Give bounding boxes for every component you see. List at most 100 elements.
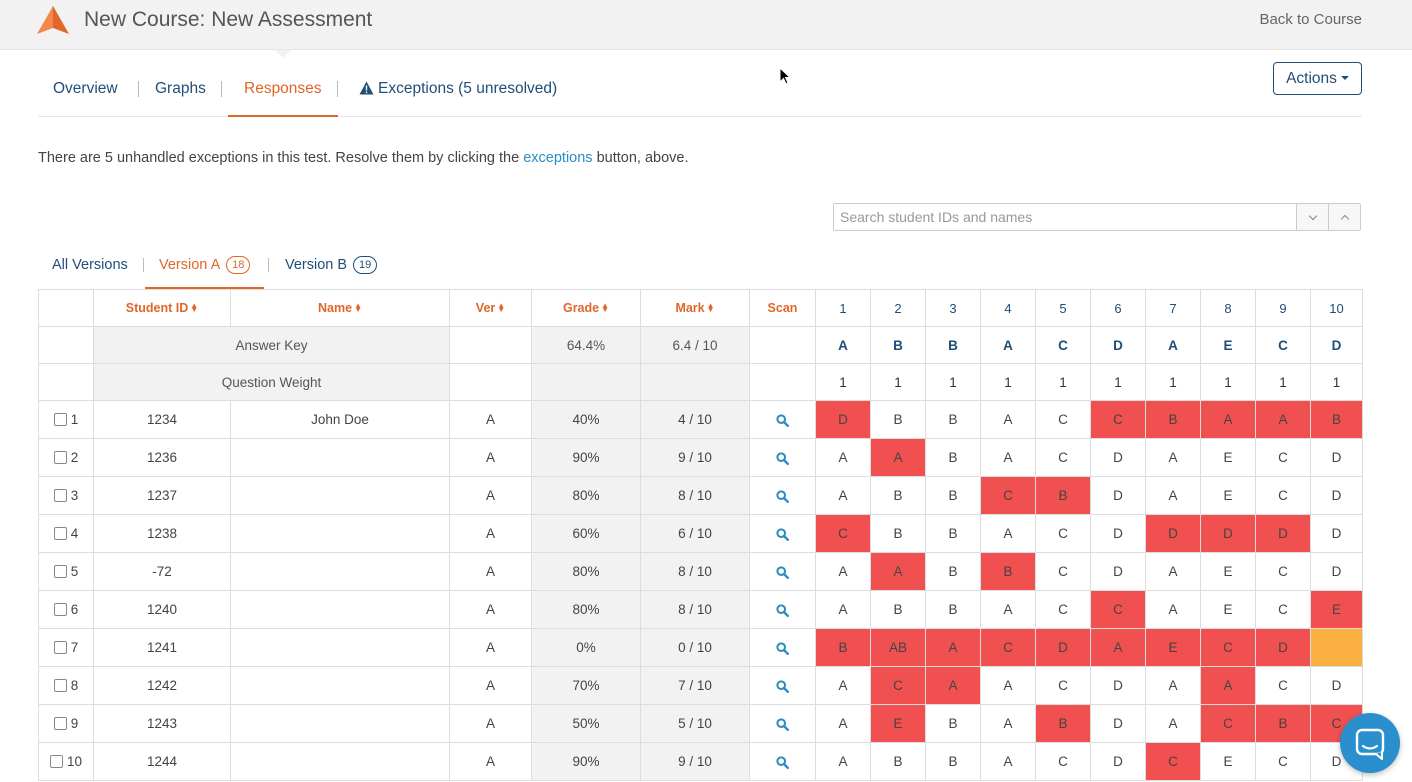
question-header[interactable]: 6 [1090,289,1146,327]
row-checkbox[interactable] [53,451,67,464]
answer-cell[interactable]: A [870,552,926,591]
answer-cell[interactable]: D [1310,552,1363,591]
key-answer[interactable]: D [1090,326,1146,364]
student-id-cell[interactable]: 1238 [93,514,231,553]
answer-cell[interactable]: A [1145,704,1201,743]
answer-cell[interactable]: B [925,438,981,477]
answer-cell[interactable]: D [1310,666,1363,705]
answer-cell[interactable] [1310,628,1363,667]
question-weight[interactable]: 1 [1145,363,1201,401]
answer-cell[interactable]: B [925,590,981,629]
student-id-cell[interactable]: 1237 [93,476,231,515]
question-header[interactable]: 7 [1145,289,1201,327]
answer-cell[interactable]: B [870,590,926,629]
answer-cell[interactable]: B [870,400,926,439]
answer-cell[interactable]: D [1200,514,1256,553]
row-checkbox[interactable] [53,413,67,426]
answer-cell[interactable]: C [1145,742,1201,781]
question-weight[interactable]: 1 [1200,363,1256,401]
answer-cell[interactable]: C [1255,666,1311,705]
answer-cell[interactable]: B [870,742,926,781]
row-checkbox[interactable] [53,717,67,730]
app-logo-icon[interactable] [37,6,69,34]
magnifier-icon[interactable] [776,414,789,427]
answer-cell[interactable]: D [1090,476,1146,515]
row-checkbox[interactable] [53,565,67,578]
question-header[interactable]: 8 [1200,289,1256,327]
answer-cell[interactable]: B [1255,704,1311,743]
answer-cell[interactable]: A [815,590,871,629]
answer-cell[interactable]: A [980,742,1036,781]
answer-cell[interactable]: B [815,628,871,667]
answer-cell[interactable]: B [925,552,981,591]
answer-cell[interactable]: C [870,666,926,705]
answer-cell[interactable]: C [1035,666,1091,705]
answer-cell[interactable]: A [815,666,871,705]
answer-cell[interactable]: C [815,514,871,553]
answer-cell[interactable]: C [1255,590,1311,629]
answer-cell[interactable]: D [1255,514,1311,553]
student-id-cell[interactable]: 1234 [93,400,231,439]
answer-cell[interactable]: B [870,514,926,553]
answer-cell[interactable]: C [1090,590,1146,629]
student-id-column-header[interactable]: Student ID ▲ ▼ [93,289,231,327]
question-header[interactable]: 9 [1255,289,1311,327]
answer-cell[interactable]: A [980,438,1036,477]
answer-cell[interactable]: D [1310,476,1363,515]
answer-cell[interactable]: A [1255,400,1311,439]
search-next-button[interactable] [1296,204,1328,230]
student-name-cell[interactable] [230,514,450,553]
answer-cell[interactable]: B [925,704,981,743]
answer-cell[interactable]: C [1035,400,1091,439]
row-checkbox[interactable] [53,679,67,692]
answer-cell[interactable]: A [1145,438,1201,477]
answer-cell[interactable]: A [925,666,981,705]
mark-column-header[interactable]: Mark ▲ ▼ [640,289,750,327]
tab-graphs[interactable]: Graphs [155,60,206,117]
answer-cell[interactable]: C [1255,742,1311,781]
student-name-cell[interactable] [230,742,450,781]
answer-cell[interactable]: C [1035,742,1091,781]
answer-cell[interactable]: D [1090,552,1146,591]
key-answer[interactable]: A [1145,326,1201,364]
answer-cell[interactable]: B [870,476,926,515]
answer-cell[interactable]: B [1310,400,1363,439]
answer-cell[interactable]: A [1145,590,1201,629]
magnifier-icon[interactable] [776,452,789,465]
question-weight[interactable]: 1 [1310,363,1363,401]
grade-column-header[interactable]: Grade ▲ ▼ [531,289,641,327]
key-answer[interactable]: B [925,326,981,364]
answer-cell[interactable]: D [1310,514,1363,553]
answer-cell[interactable]: C [1035,552,1091,591]
answer-cell[interactable]: C [1090,400,1146,439]
student-name-cell[interactable] [230,438,450,477]
magnifier-icon[interactable] [776,566,789,579]
student-id-cell[interactable]: 1241 [93,628,231,667]
answer-cell[interactable]: D [1090,666,1146,705]
back-to-course-link[interactable]: Back to Course [1259,11,1362,28]
key-answer[interactable]: C [1255,326,1311,364]
question-weight[interactable]: 1 [815,363,871,401]
answer-cell[interactable]: A [815,476,871,515]
question-weight[interactable]: 1 [1255,363,1311,401]
answer-cell[interactable]: D [1035,628,1091,667]
magnifier-icon[interactable] [776,680,789,693]
row-checkbox[interactable] [53,527,67,540]
key-answer[interactable]: A [815,326,871,364]
answer-cell[interactable]: E [870,704,926,743]
answer-cell[interactable]: B [925,514,981,553]
answer-cell[interactable]: B [925,476,981,515]
version-column-header[interactable]: Ver ▲ ▼ [449,289,532,327]
answer-cell[interactable]: D [1090,514,1146,553]
tab-all-versions[interactable]: All Versions [52,244,128,289]
answer-cell[interactable]: A [1200,400,1256,439]
question-header[interactable]: 4 [980,289,1036,327]
answer-cell[interactable]: B [980,552,1036,591]
key-answer[interactable]: D [1310,326,1363,364]
answer-cell[interactable]: B [1035,476,1091,515]
exceptions-link[interactable]: exceptions [523,150,592,166]
student-name-cell[interactable] [230,552,450,591]
row-checkbox[interactable] [53,489,67,502]
answer-cell[interactable]: D [1090,704,1146,743]
answer-cell[interactable]: D [1145,514,1201,553]
